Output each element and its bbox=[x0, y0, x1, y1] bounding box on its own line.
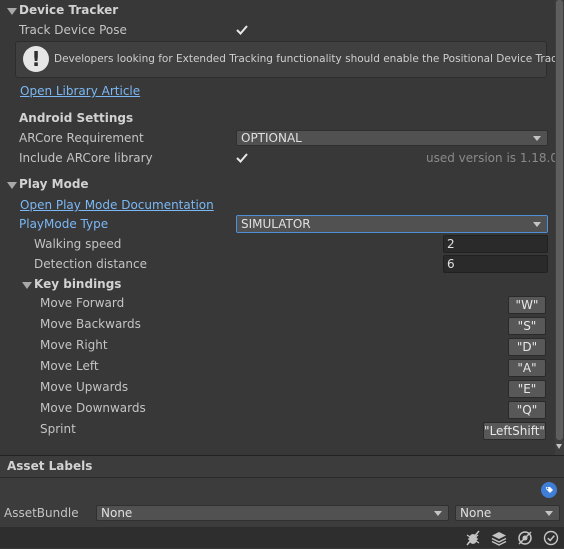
info-text: Developers looking for Extended Tracking… bbox=[54, 53, 564, 65]
open-library-article-link[interactable]: Open Library Article bbox=[20, 81, 140, 101]
binding-key-button[interactable]: "D" bbox=[508, 338, 546, 356]
binding-key-button[interactable]: "Q" bbox=[508, 401, 546, 419]
scrollbar-thumb[interactable] bbox=[556, 0, 563, 440]
check-circle-icon[interactable] bbox=[543, 530, 559, 546]
exclamation-icon: ! bbox=[23, 46, 49, 72]
binding-key-button[interactable]: "E" bbox=[508, 380, 546, 398]
arcore-requirement-dropdown[interactable]: OPTIONAL bbox=[236, 130, 548, 146]
device-tracker-header[interactable]: Device Tracker bbox=[19, 0, 118, 20]
checkmark-icon bbox=[236, 25, 248, 35]
no-debug-icon[interactable] bbox=[517, 530, 533, 546]
assetbundle-value: None bbox=[101, 506, 133, 520]
android-settings-header: Android Settings bbox=[19, 111, 134, 125]
chevron-down-icon bbox=[545, 511, 553, 516]
assetbundle-dropdown[interactable]: None bbox=[96, 505, 449, 521]
binding-key-button[interactable]: "S" bbox=[508, 317, 546, 335]
info-help-box: ! Developers looking for Extended Tracki… bbox=[15, 41, 564, 78]
walking-speed-field[interactable]: 2 bbox=[443, 235, 548, 253]
bug-icon[interactable] bbox=[465, 530, 481, 546]
arcore-version-text: used version is 1.18.0 bbox=[426, 151, 559, 165]
tag-icon[interactable] bbox=[541, 482, 557, 498]
asset-labels-separator bbox=[0, 477, 564, 478]
walking-speed-label: Walking speed bbox=[34, 237, 122, 251]
layers-icon[interactable] bbox=[491, 530, 507, 546]
binding-key-button[interactable]: "A" bbox=[508, 359, 546, 377]
open-play-mode-docs-link[interactable]: Open Play Mode Documentation bbox=[20, 195, 214, 215]
playmode-type-label: PlayMode Type bbox=[19, 217, 109, 231]
key-bindings-foldout-icon[interactable] bbox=[22, 282, 32, 289]
inspector-scrollbar[interactable] bbox=[555, 0, 564, 455]
key-bindings-header[interactable]: Key bindings bbox=[34, 274, 121, 294]
track-device-pose-checkbox[interactable] bbox=[235, 23, 249, 37]
asset-labels-header: Asset Labels bbox=[7, 459, 93, 473]
chevron-down-icon bbox=[533, 222, 541, 227]
binding-key-button[interactable]: "W" bbox=[508, 296, 546, 314]
detection-distance-label: Detection distance bbox=[34, 257, 147, 271]
include-arcore-label: Include ARCore library bbox=[19, 151, 153, 165]
play-mode-header[interactable]: Play Mode bbox=[19, 174, 89, 194]
device-tracker-foldout-icon[interactable] bbox=[7, 8, 17, 15]
detection-distance-field[interactable]: 6 bbox=[443, 255, 548, 273]
binding-label: Move Downwards bbox=[40, 401, 146, 415]
checkmark-icon bbox=[236, 153, 248, 163]
binding-label: Move Upwards bbox=[40, 380, 129, 394]
assetbundle-variant-value: None bbox=[460, 506, 492, 520]
binding-label: Sprint bbox=[40, 422, 76, 436]
binding-label: Move Right bbox=[40, 338, 108, 352]
chevron-down-icon bbox=[533, 136, 541, 141]
binding-label: Move Forward bbox=[40, 296, 125, 310]
include-arcore-checkbox[interactable] bbox=[235, 151, 249, 165]
tag-glyph-icon bbox=[546, 487, 553, 493]
arcore-requirement-value: OPTIONAL bbox=[241, 131, 302, 145]
playmode-type-value: SIMULATOR bbox=[241, 217, 311, 231]
assetbundle-label: AssetBundle bbox=[4, 506, 79, 520]
arcore-requirement-label: ARCore Requirement bbox=[19, 131, 144, 145]
binding-label: Move Backwards bbox=[40, 317, 141, 331]
playmode-type-dropdown[interactable]: SIMULATOR bbox=[236, 215, 548, 233]
binding-label: Move Left bbox=[40, 359, 99, 373]
play-mode-foldout-icon[interactable] bbox=[7, 182, 17, 189]
scroll-down-arrow-icon[interactable] bbox=[556, 444, 562, 449]
assetbundle-variant-dropdown[interactable]: None bbox=[455, 505, 560, 521]
binding-key-button[interactable]: "LeftShift" bbox=[483, 422, 546, 440]
chevron-down-icon bbox=[434, 511, 442, 516]
track-device-pose-label: Track Device Pose bbox=[19, 23, 127, 37]
status-bar bbox=[0, 527, 564, 548]
